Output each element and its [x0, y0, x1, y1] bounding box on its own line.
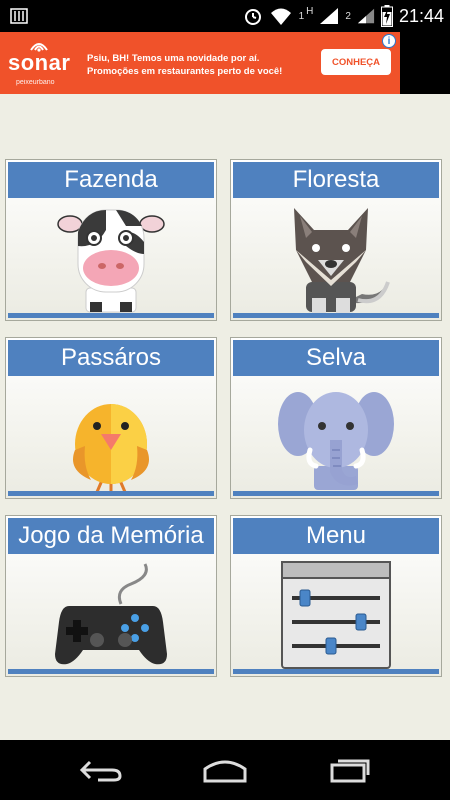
ad-banner[interactable]: sonar peixeurbano Psiu, BH! Temos uma no… [0, 32, 400, 94]
tile-menu[interactable]: Menu [230, 515, 442, 677]
tile-title: Jogo da Memória [8, 518, 214, 554]
settings-sliders-icon [281, 561, 391, 669]
gamepad-icon [55, 563, 167, 665]
ad-subline: Promoções em restaurantes perto de você! [87, 66, 283, 77]
tile-jogo-da-memoria[interactable]: Jogo da Memória [5, 515, 217, 677]
ad-brand: sonar [8, 50, 71, 75]
tile-underline [8, 491, 214, 496]
home-button[interactable] [200, 754, 250, 786]
elephant-icon [278, 392, 394, 490]
tile-passaros[interactable]: Passáros [5, 337, 217, 499]
status-bar: 1 H 2 21:44 [0, 0, 450, 32]
tile-title: Passáros [8, 340, 214, 376]
tile-title: Selva [233, 340, 439, 376]
battery-icon [380, 5, 393, 27]
tile-underline [233, 669, 439, 674]
recent-apps-button[interactable] [325, 754, 375, 786]
tile-selva[interactable]: Selva [230, 337, 442, 499]
ad-cta-button[interactable]: CONHEÇA [321, 49, 391, 75]
tile-underline [8, 313, 214, 318]
signal-icon [320, 8, 339, 24]
network-type: H [306, 5, 314, 17]
clock: 21:44 [398, 5, 444, 26]
cow-icon [57, 209, 165, 313]
ad-info-icon[interactable]: i [382, 34, 396, 48]
sim2-label: 2 [345, 10, 351, 22]
bird-icon [73, 404, 149, 493]
signal-icon-2 [357, 8, 375, 24]
back-icon [79, 760, 122, 782]
ad-brand-sub: peixeurbano [16, 79, 55, 86]
tile-underline [8, 669, 214, 674]
wolf-icon [294, 208, 390, 314]
ad-side-filler [400, 32, 450, 94]
tile-underline [233, 491, 439, 496]
sim1-label: 1 [298, 10, 305, 22]
tile-underline [233, 313, 439, 318]
tile-floresta[interactable]: Floresta [230, 159, 442, 321]
tile-fazenda[interactable]: Fazenda [5, 159, 217, 321]
recent-apps-icon [330, 759, 370, 783]
alarm-icon [244, 9, 261, 25]
navigation-bar [0, 740, 450, 800]
tile-title: Fazenda [8, 162, 214, 198]
back-button[interactable] [75, 754, 125, 786]
tile-title: Floresta [233, 162, 439, 198]
notification-icon [10, 8, 28, 24]
tile-title: Menu [233, 518, 439, 554]
home-icon [203, 760, 247, 783]
ad-headline: Psiu, BH! Temos uma novidade por aí. [87, 53, 260, 64]
wifi-icon [270, 8, 291, 25]
